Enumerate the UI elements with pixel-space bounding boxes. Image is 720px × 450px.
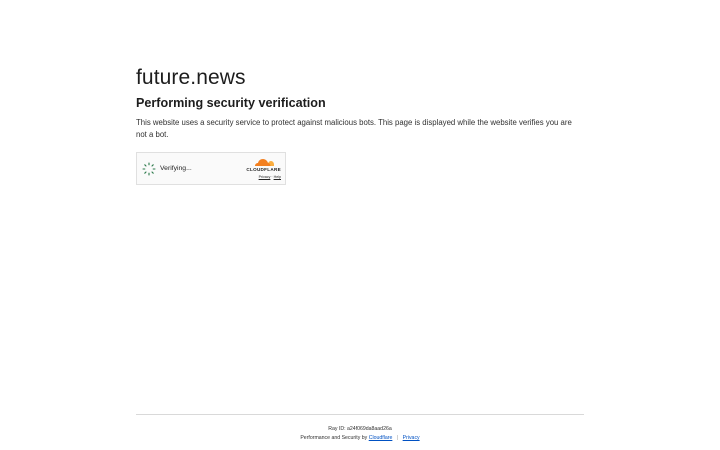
page-description: This website uses a security service to … xyxy=(136,118,572,139)
footer: Ray ID: a24f069da8aad26a Performance and… xyxy=(136,414,584,443)
privacy-link[interactable]: Privacy xyxy=(403,435,420,441)
widget-link-separator: · xyxy=(271,175,273,179)
cloudflare-wordmark: CLOUDFLARE xyxy=(246,167,281,172)
ray-id: Ray ID: a24f069da8aad26a xyxy=(328,426,392,432)
cloudflare-cloud-icon xyxy=(254,159,274,166)
cloudflare-link[interactable]: Cloudflare xyxy=(369,435,393,441)
turnstile-widget[interactable]: Verifying... CLOUDFLARE Privacy · Help xyxy=(136,152,286,185)
widget-privacy-link[interactable]: Privacy xyxy=(259,175,271,179)
main-content: future.news Performing security verifica… xyxy=(136,66,584,185)
widget-status: Verifying... xyxy=(142,161,192,176)
page: future.news Performing security verifica… xyxy=(0,0,720,450)
widget-help-link[interactable]: Help xyxy=(274,175,281,179)
cloudflare-logo[interactable]: CLOUDFLARE xyxy=(246,157,281,173)
performance-text: Performance and Security by xyxy=(300,435,368,441)
verifying-status: Verifying... xyxy=(160,165,192,172)
page-heading: Performing security verification xyxy=(136,96,326,110)
footer-performance: Performance and Security by Cloudflare |… xyxy=(136,434,584,443)
site-title: future.news xyxy=(136,66,246,89)
widget-branding: CLOUDFLARE Privacy · Help xyxy=(246,157,281,180)
loading-spinner-icon xyxy=(142,161,156,176)
widget-links: Privacy · Help xyxy=(259,175,281,180)
footer-separator: | xyxy=(396,435,399,441)
